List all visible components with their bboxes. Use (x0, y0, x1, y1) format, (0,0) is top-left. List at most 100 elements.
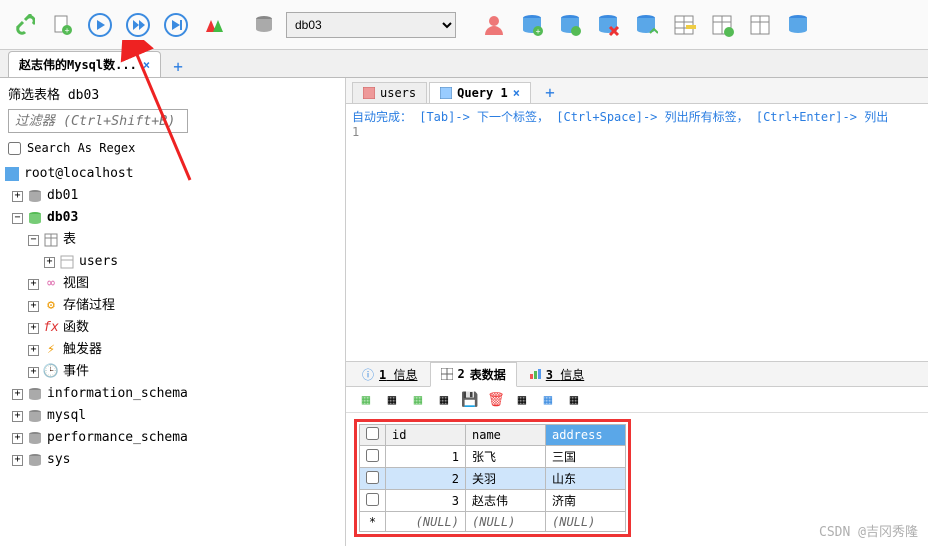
execute-icon[interactable] (84, 9, 116, 41)
clock-icon: 🕒 (43, 364, 59, 380)
tree-db[interactable]: +information_schema (4, 383, 341, 405)
add-editor-tab[interactable]: + (539, 81, 561, 103)
expand-icon[interactable]: + (12, 411, 23, 422)
view1-icon[interactable]: ▦ (512, 390, 532, 410)
tab-info3[interactable]: 3 信息 (519, 363, 594, 386)
table-icon (59, 254, 75, 270)
expand-icon[interactable]: + (12, 191, 23, 202)
svg-text:+: + (65, 26, 70, 35)
regex-checkbox[interactable] (8, 142, 21, 155)
database-icon (27, 452, 43, 468)
tree-tables[interactable]: −表 (4, 229, 341, 251)
tab-users[interactable]: users (352, 82, 427, 103)
table-row-new[interactable]: * (NULL) (NULL) (NULL) (360, 512, 626, 532)
expand-icon[interactable]: + (28, 323, 39, 334)
sidebar: 筛选表格 db03 Search As Regex root@localhost… (0, 78, 346, 546)
collapse-icon[interactable]: − (12, 213, 23, 224)
db-action1-icon[interactable]: + (516, 9, 548, 41)
database-icon (27, 210, 43, 226)
tree-funcs[interactable]: +fx函数 (4, 317, 341, 339)
db-action4-icon[interactable] (630, 9, 662, 41)
database-icon (27, 430, 43, 446)
filter-input[interactable] (8, 109, 188, 133)
tree-procs[interactable]: +⚙存储过程 (4, 295, 341, 317)
close-icon[interactable]: × (513, 86, 520, 100)
tree-root[interactable]: root@localhost (4, 163, 341, 185)
execute-all-icon[interactable] (160, 9, 192, 41)
row-checkbox[interactable] (366, 449, 379, 462)
copy-row-icon[interactable]: ▦ (382, 390, 402, 410)
session-tab[interactable]: 赵志伟的Mysql数... × (8, 51, 161, 77)
table-row-selected[interactable]: 2 关羽 山东 (360, 468, 626, 490)
db-tree: root@localhost +db01 −db03 −表 +users +∞视… (0, 159, 345, 546)
editor-tabs: users Query 1× + (346, 78, 928, 104)
tree-db[interactable]: +db01 (4, 185, 341, 207)
database-select[interactable]: db03 (286, 12, 456, 38)
col-id[interactable]: id (386, 425, 466, 446)
tree-db[interactable]: +mysql (4, 405, 341, 427)
server-icon (4, 166, 20, 182)
row-checkbox[interactable] (366, 471, 379, 484)
table-action3-icon[interactable] (744, 9, 776, 41)
tree-events[interactable]: +🕒事件 (4, 361, 341, 383)
col-name[interactable]: name (466, 425, 546, 446)
expand-icon[interactable]: + (12, 389, 23, 400)
row-checkbox[interactable] (366, 493, 379, 506)
tree-views[interactable]: +∞视图 (4, 273, 341, 295)
expand-icon[interactable]: + (28, 367, 39, 378)
format-icon[interactable] (198, 9, 230, 41)
save-icon[interactable]: 💾 (460, 390, 480, 410)
table-group-icon (43, 232, 59, 248)
expand-icon[interactable]: + (44, 257, 55, 268)
user-icon[interactable] (478, 9, 510, 41)
tree-triggers[interactable]: +⚡触发器 (4, 339, 341, 361)
table-row[interactable]: 3 赵志伟 济南 (360, 490, 626, 512)
add-row-icon[interactable]: ▦ (356, 390, 376, 410)
tree-db[interactable]: +performance_schema (4, 427, 341, 449)
table-action1-icon[interactable] (668, 9, 700, 41)
expand-icon[interactable]: + (28, 345, 39, 356)
expand-icon[interactable]: + (12, 455, 23, 466)
database-icon (27, 386, 43, 402)
tab-info1[interactable]: ⓘ1 信息 (352, 363, 428, 386)
grid-icon[interactable]: ▦ (408, 390, 428, 410)
db-action2-icon[interactable] (554, 9, 586, 41)
add-tab-button[interactable]: + (167, 55, 189, 77)
expand-icon[interactable]: + (28, 279, 39, 290)
new-document-icon[interactable]: + (46, 9, 78, 41)
result-tabs: ⓘ1 信息 2 表数据 3 信息 (346, 361, 928, 387)
tab-query[interactable]: Query 1× (429, 82, 531, 103)
highlight-box: id name address 1 张飞 三国 2 关羽 山东 (354, 419, 631, 537)
expand-icon[interactable]: + (28, 301, 39, 312)
tree-db-active[interactable]: −db03 (4, 207, 341, 229)
db-action5-icon[interactable] (782, 9, 814, 41)
col-address[interactable]: address (546, 425, 626, 446)
db-action3-icon[interactable] (592, 9, 624, 41)
autocomplete-hint: 自动完成： [Tab]-> 下一个标签， [Ctrl+Space]-> 列出所有… (352, 110, 888, 124)
content-area: users Query 1× + 自动完成： [Tab]-> 下一个标签， [C… (346, 78, 928, 546)
info-icon: ⓘ (362, 366, 374, 383)
data-table: id name address 1 张飞 三国 2 关羽 山东 (359, 424, 626, 532)
tab-tabledata[interactable]: 2 表数据 (430, 362, 517, 387)
view3-icon[interactable]: ▦ (564, 390, 584, 410)
database-refresh-icon[interactable] (248, 9, 280, 41)
view2-icon[interactable]: ▦ (538, 390, 558, 410)
close-icon[interactable]: × (143, 58, 150, 72)
gear-icon: ⚙ (43, 298, 59, 314)
tree-table-users[interactable]: +users (4, 251, 341, 273)
main-toolbar: + db03 + (0, 0, 928, 50)
database-icon (27, 188, 43, 204)
connect-icon[interactable] (8, 9, 40, 41)
table-row[interactable]: 1 张飞 三国 (360, 446, 626, 468)
tree-db[interactable]: +sys (4, 449, 341, 471)
grid2-icon[interactable]: ▦ (434, 390, 454, 410)
expand-icon[interactable]: + (12, 433, 23, 444)
execute-step-icon[interactable] (122, 9, 154, 41)
collapse-icon[interactable]: − (28, 235, 39, 246)
trigger-icon: ⚡ (43, 342, 59, 358)
table-action2-icon[interactable] (706, 9, 738, 41)
delete-icon[interactable]: 🗑 (486, 390, 506, 410)
regex-label: Search As Regex (27, 141, 135, 155)
sql-editor[interactable]: 自动完成： [Tab]-> 下一个标签， [Ctrl+Space]-> 列出所有… (346, 104, 928, 361)
checkbox-header[interactable] (360, 425, 386, 446)
